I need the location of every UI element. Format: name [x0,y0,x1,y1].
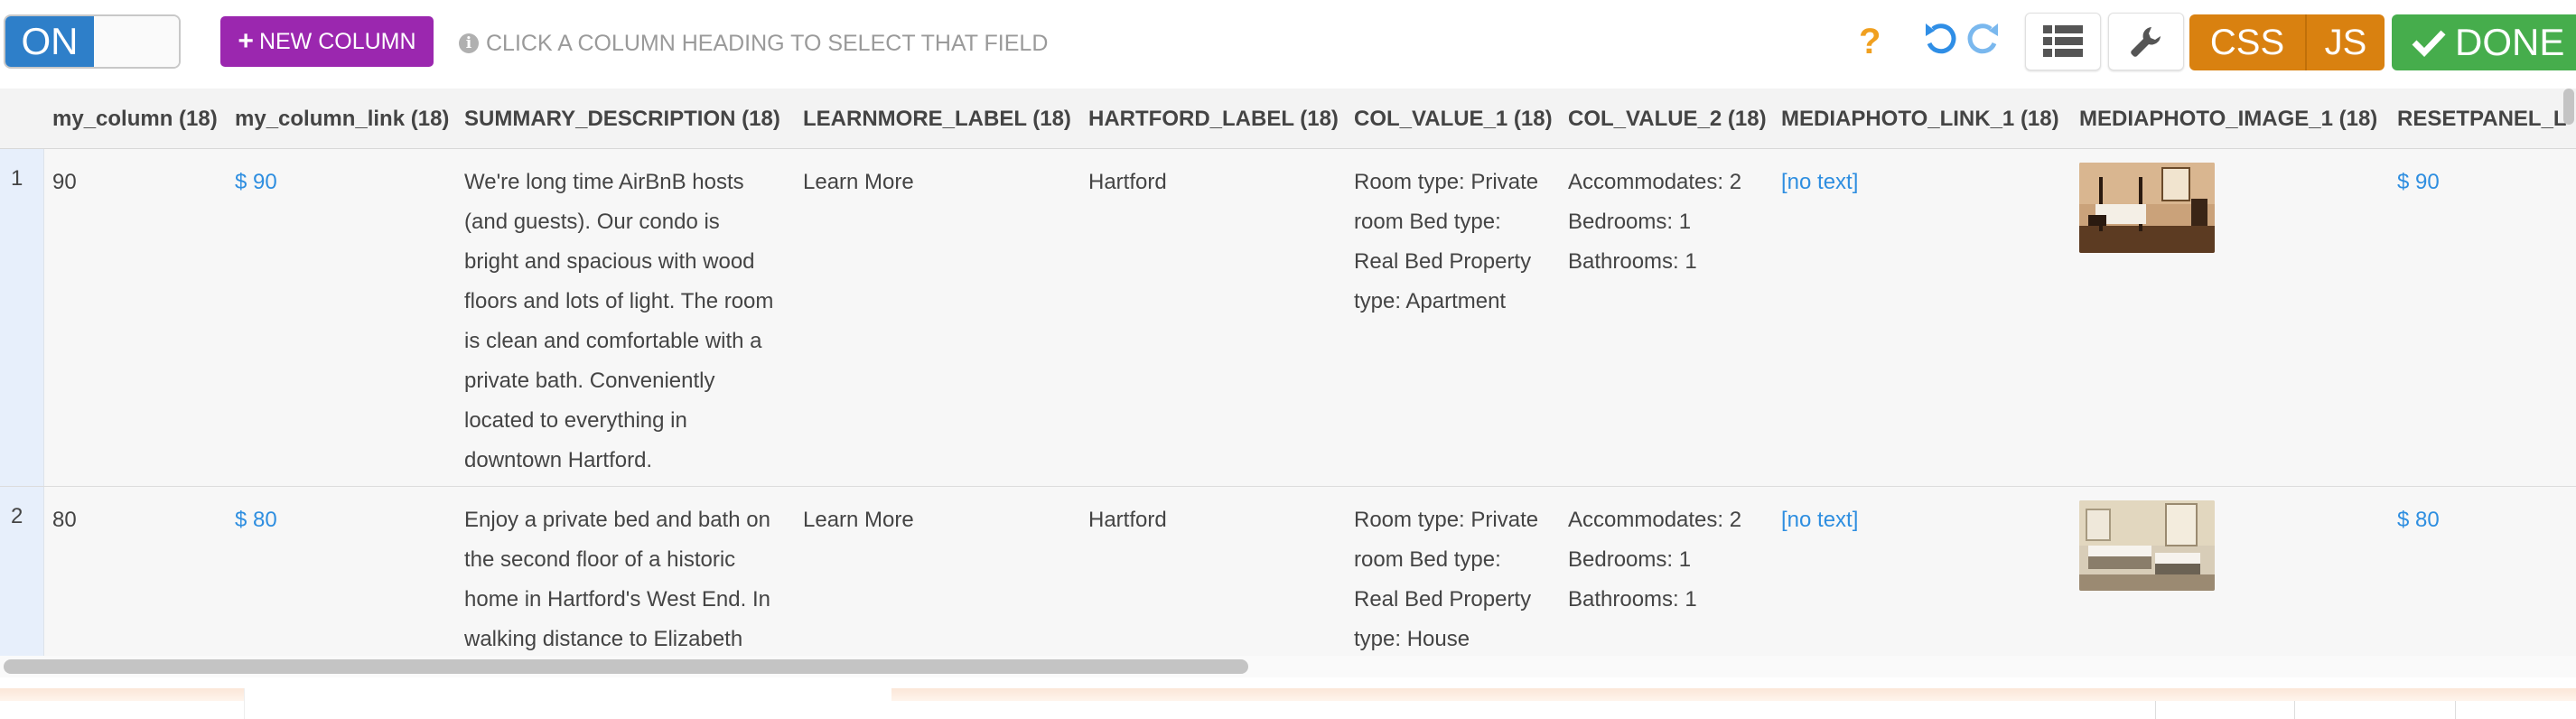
column-header[interactable]: MEDIAPHOTO_IMAGE_1 (18) [2079,107,2377,132]
bottom-panel-tab [244,688,891,719]
bottom-divider [2155,701,2156,719]
cell-my-column-link[interactable]: $ 90 [235,163,277,202]
plus-icon: + [238,26,254,56]
summary-line: home in Hartford's West End. In [464,587,770,612]
value-line: room Bed type: [1354,210,1501,234]
cell-resetpanel[interactable]: $ 90 [2397,163,2440,202]
summary-line: located to everything in [464,408,687,433]
summary-line: bright and spacious with wood [464,249,755,274]
toggle-on-label: ON [5,16,94,67]
cell-learnmore-label: Learn More [803,170,914,194]
list-view-button[interactable] [2025,13,2101,70]
summary-line: floors and lots of light. The room [464,289,774,313]
cell-mediaphoto-link[interactable]: [no text] [1781,163,1858,202]
list-icon [2043,25,2083,57]
value-line: Real Bed Property [1354,587,1532,612]
column-header[interactable]: HARTFORD_LABEL (18) [1088,107,1339,132]
room-photo[interactable] [2079,500,2215,591]
cell-col-value-2: Accommodates: 2 Bedrooms: 1 Bathrooms: 1 [1568,163,1767,282]
value-line: Bedrooms: 1 [1568,210,1692,234]
bottom-divider [2455,701,2456,719]
column-header[interactable]: my_column_link (18) [235,107,449,132]
css-js-group: CSS JS [2189,14,2385,70]
table-row[interactable]: 2 80 $ 80 Enjoy a private bed and bath o… [0,488,2576,656]
column-header[interactable]: COL_VALUE_2 (18) [1568,107,1767,132]
value-line: Room type: Private [1354,170,1539,194]
cell-my-column: 80 [52,508,77,532]
cell-resetpanel[interactable]: $ 80 [2397,500,2440,540]
cell-summary-description: We're long time AirBnB hosts (and guests… [464,163,789,481]
summary-line: (and guests). Our condo is [464,210,720,234]
value-line: Room type: Private [1354,508,1539,532]
table-row[interactable]: 1 90 $ 90 We're long time AirBnB hosts (… [0,150,2576,487]
info-icon: i [459,33,479,53]
value-line: room Bed type: [1354,547,1501,572]
column-header[interactable]: COL_VALUE_1 (18) [1354,107,1553,132]
value-line: Bedrooms: 1 [1568,547,1692,572]
cell-my-column-link[interactable]: $ 80 [235,500,277,540]
redo-icon[interactable] [1965,18,2002,68]
horizontal-scrollbar[interactable] [4,659,1248,674]
value-line: Accommodates: 2 [1568,508,1742,532]
check-icon [2412,30,2446,57]
row-number: 2 [11,504,23,528]
cell-col-value-1: Room type: Private room Bed type: Real B… [1354,500,1562,656]
bottom-divider [2294,701,2295,719]
column-header[interactable]: MEDIAPHOTO_LINK_1 (18) [1781,107,2059,132]
summary-line: walking distance to Elizabeth [464,627,743,651]
column-hint: i CLICK A COLUMN HEADING TO SELECT THAT … [459,27,1048,60]
value-line: Accommodates: 2 [1568,170,1742,194]
summary-line: downtown Hartford. [464,448,653,472]
summary-line: We're long time AirBnB hosts [464,170,744,194]
value-line: Bathrooms: 1 [1568,587,1697,612]
cell-col-value-2: Accommodates: 2 Bedrooms: 1 Bathrooms: 1 [1568,500,1767,620]
done-button[interactable]: DONE [2392,14,2576,70]
vertical-scrollbar[interactable] [2563,89,2574,125]
cell-mediaphoto-link[interactable]: [no text] [1781,500,1858,540]
value-line: type: House [1354,627,1470,651]
cell-hartford-label: Hartford [1088,170,1167,194]
done-label: DONE [2455,21,2565,63]
grid-header: my_column (18) my_column_link (18) SUMMA… [0,89,2576,149]
new-column-label: NEW COLUMN [258,28,416,54]
summary-line: the second floor of a historic [464,547,736,572]
cell-my-column: 90 [52,170,77,194]
editor-toggle[interactable]: ON [4,14,181,69]
column-header[interactable]: LEARNMORE_LABEL (18) [803,107,1071,132]
value-line: Bathrooms: 1 [1568,249,1697,274]
room-photo[interactable] [2079,163,2215,253]
value-line: Real Bed Property [1354,249,1532,274]
wrench-icon [2131,27,2161,57]
cell-summary-description: Enjoy a private bed and bath on the seco… [464,500,798,656]
column-header[interactable]: RESETPANEL_L [2397,107,2567,132]
column-header[interactable]: my_column (18) [52,107,218,132]
help-icon[interactable]: ? [1859,22,1881,62]
summary-line: is clean and comfortable with a [464,329,762,353]
cell-hartford-label: Hartford [1088,508,1167,532]
undo-icon[interactable] [1922,18,1958,68]
settings-button[interactable] [2108,13,2184,70]
js-button[interactable]: JS [2307,14,2385,70]
summary-line: private bath. Conveniently [464,369,715,393]
new-column-button[interactable]: + NEW COLUMN [220,16,434,67]
summary-line: Enjoy a private bed and bath on [464,508,770,532]
column-header[interactable]: SUMMARY_DESCRIPTION (18) [464,107,780,132]
row-number: 1 [11,166,23,191]
cell-col-value-1: Room type: Private room Bed type: Real B… [1354,163,1562,322]
toolbar: ON + NEW COLUMN i CLICK A COLUMN HEADING… [0,0,2576,85]
css-button[interactable]: CSS [2189,14,2307,70]
toggle-off-side [94,16,179,67]
cell-learnmore-label: Learn More [803,508,914,532]
column-hint-text: CLICK A COLUMN HEADING TO SELECT THAT FI… [486,30,1049,56]
value-line: type: Apartment [1354,289,1507,313]
data-grid: my_column (18) my_column_link (18) SUMMA… [0,89,2576,656]
